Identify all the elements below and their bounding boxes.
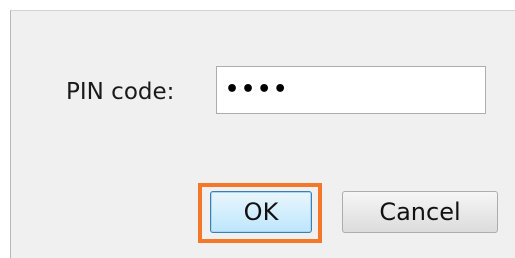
pin-code-input[interactable]: •••• [216, 66, 486, 114]
pin-dialog: PIN code: •••• OK Cancel [10, 10, 515, 258]
ok-button[interactable]: OK [210, 191, 312, 233]
cancel-button[interactable]: Cancel [342, 191, 498, 233]
pin-code-masked-value: •••• [225, 77, 290, 102]
pin-code-label: PIN code: [66, 79, 175, 105]
